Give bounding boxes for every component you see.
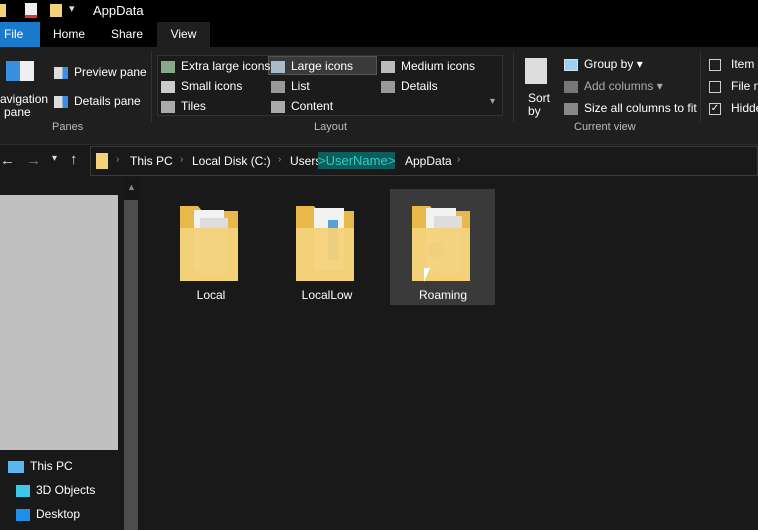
breadcrumb-users[interactable]: Users xyxy=(290,154,321,168)
thumbnail-overlay xyxy=(0,195,118,450)
navigation-pane-icon xyxy=(6,61,34,81)
sort-by-button[interactable]: Sort by xyxy=(522,56,556,118)
back-icon[interactable]: ← xyxy=(0,152,15,169)
layout-extra-large-icons[interactable]: Extra large icons xyxy=(161,59,270,73)
layout-details[interactable]: Details xyxy=(381,79,438,93)
mouse-cursor-icon xyxy=(424,268,430,282)
scroll-up-icon[interactable]: ▲ xyxy=(127,182,136,192)
tab-home[interactable]: Home xyxy=(48,22,90,47)
up-icon[interactable]: ↑ xyxy=(70,151,78,168)
current-view-group-label: Current view xyxy=(574,121,636,133)
list-icon xyxy=(271,80,285,93)
folder-icon xyxy=(294,200,356,282)
size-columns-icon xyxy=(564,102,578,115)
checkbox-checked[interactable]: ✓ xyxy=(709,102,721,115)
navigation-bar: ← → ▾ ↑ › This PC › Local Disk (C:) › Us… xyxy=(0,145,758,178)
chevron-right-icon: › xyxy=(457,154,461,165)
layout-large-icons[interactable]: Large icons xyxy=(271,59,353,73)
large-icons-icon xyxy=(271,60,285,73)
nav-scrollbar[interactable]: ▲ xyxy=(123,178,139,530)
small-icons-icon xyxy=(161,80,175,93)
chevron-right-icon: › xyxy=(278,154,282,165)
breadcrumb-local-disk[interactable]: Local Disk (C:) xyxy=(192,154,271,168)
details-pane-icon xyxy=(54,95,68,108)
chevron-right-icon: › xyxy=(180,154,184,165)
divider xyxy=(513,52,514,122)
desktop-icon xyxy=(16,508,30,521)
chevron-right-icon: › xyxy=(116,154,120,165)
nav-item-this-pc[interactable]: This PC xyxy=(8,459,73,473)
computer-icon xyxy=(8,460,24,473)
divider xyxy=(151,52,152,122)
tab-view[interactable]: View xyxy=(157,22,210,47)
folder-icon xyxy=(178,200,240,282)
title-bar: ▾ AppData xyxy=(0,0,758,22)
address-input[interactable]: › This PC › Local Disk (C:) › Users >Use… xyxy=(90,146,758,176)
medium-icons-icon xyxy=(381,60,395,73)
add-columns-icon xyxy=(564,80,578,93)
folder-icon xyxy=(96,153,108,169)
username-highlight: >UserName> xyxy=(318,152,396,169)
nav-item-desktop[interactable]: Desktop xyxy=(16,507,80,521)
nav-item-3d-objects[interactable]: 3D Objects xyxy=(16,483,95,497)
customize-toolbar-icon[interactable]: ▾ xyxy=(69,2,75,15)
item-checkboxes-toggle[interactable]: Item c xyxy=(709,57,758,71)
tiles-icon xyxy=(161,100,175,113)
group-by-button[interactable]: Group by ▾ xyxy=(564,57,643,71)
checkbox[interactable] xyxy=(709,80,721,93)
scroll-thumb[interactable] xyxy=(124,200,138,530)
content-icon xyxy=(271,100,285,113)
extra-large-icons-icon xyxy=(161,60,175,73)
folder-icon xyxy=(410,200,472,282)
new-folder-icon[interactable] xyxy=(50,4,62,17)
recent-locations-icon[interactable]: ▾ xyxy=(52,153,57,164)
divider xyxy=(700,52,701,122)
preview-pane-button[interactable]: Preview pane xyxy=(54,65,147,79)
file-name-extensions-toggle[interactable]: File na xyxy=(709,79,758,93)
group-by-icon xyxy=(564,58,578,71)
preview-pane-icon xyxy=(54,66,68,79)
sort-icon xyxy=(525,58,547,84)
panes-group-label: Panes xyxy=(52,121,84,133)
tab-file[interactable]: File xyxy=(0,22,40,47)
breadcrumb-this-pc[interactable]: This PC xyxy=(130,154,173,168)
layout-list[interactable]: List xyxy=(271,79,310,93)
hidden-items-toggle[interactable]: ✓Hidde xyxy=(709,101,758,115)
folder-icon xyxy=(0,4,6,17)
layout-medium-icons[interactable]: Medium icons xyxy=(381,59,475,73)
layout-group-label: Layout xyxy=(314,121,348,133)
details-icon xyxy=(381,80,395,93)
tab-share[interactable]: Share xyxy=(106,22,148,47)
layout-tiles[interactable]: Tiles xyxy=(161,99,206,113)
size-columns-button[interactable]: Size all columns to fit xyxy=(564,101,697,115)
ribbon-tabs: File Home Share View xyxy=(0,22,758,47)
layout-content[interactable]: Content xyxy=(271,99,333,113)
add-columns-button[interactable]: Add columns ▾ xyxy=(564,79,663,93)
navigation-pane-button[interactable]: avigation pane xyxy=(0,58,48,120)
window-title: AppData xyxy=(93,3,144,18)
cube-icon xyxy=(16,484,30,497)
layout-small-icons[interactable]: Small icons xyxy=(161,79,242,93)
checkbox[interactable] xyxy=(709,58,721,71)
details-pane-button[interactable]: Details pane xyxy=(54,94,141,108)
properties-icon[interactable] xyxy=(25,3,37,18)
breadcrumb-appdata[interactable]: AppData xyxy=(405,154,452,168)
layout-scroll-more-icon[interactable]: ▾ xyxy=(490,96,495,107)
forward-icon[interactable]: → xyxy=(26,152,41,169)
navigation-pane: This PC 3D Objects Desktop xyxy=(0,178,123,530)
